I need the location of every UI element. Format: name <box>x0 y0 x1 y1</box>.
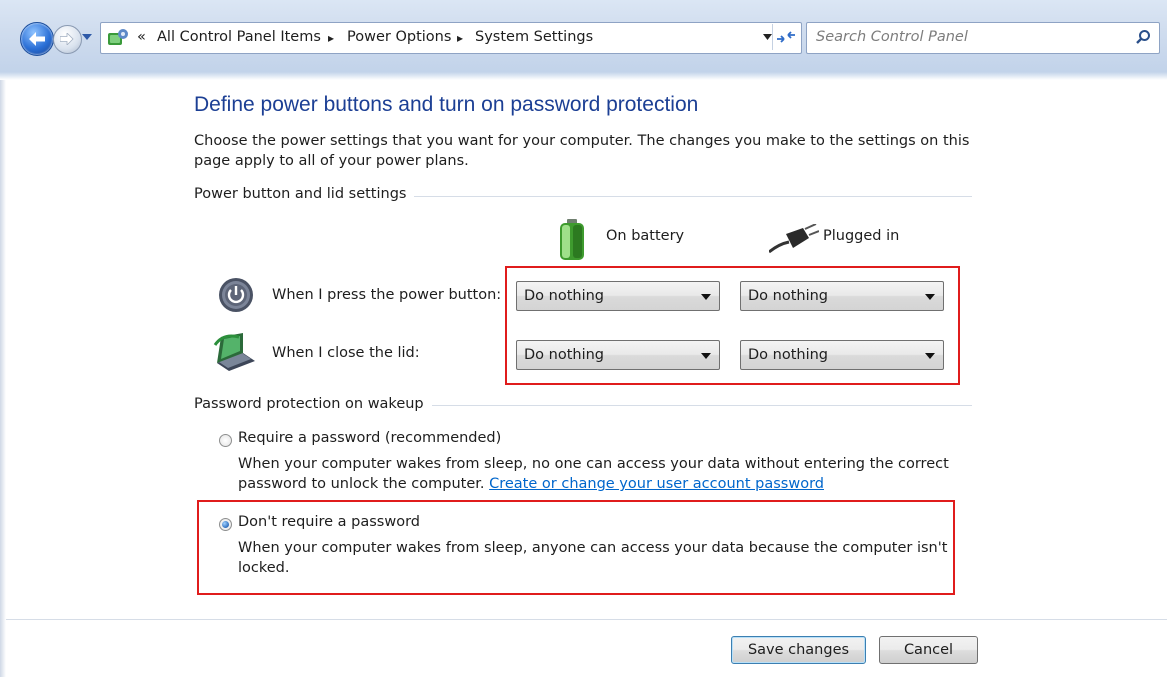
laptop-lid-icon <box>213 333 255 371</box>
back-button[interactable] <box>20 22 54 56</box>
search-placeholder: Search Control Panel <box>816 29 968 45</box>
forward-arrow-icon <box>60 33 74 45</box>
breadcrumb-power-options[interactable]: Power Options <box>347 29 451 45</box>
highlight-box-power-settings <box>505 266 960 385</box>
column-on-battery: On battery <box>606 228 685 244</box>
page-intro: Choose the power settings that you want … <box>194 133 970 169</box>
section-password-label: Password protection on wakeup <box>194 396 432 412</box>
section-power-buttons-label: Power button and lid settings <box>194 186 415 202</box>
highlight-box-no-password <box>197 500 955 595</box>
row-label-power-button: When I press the power button: <box>272 287 502 303</box>
breadcrumb-overflow[interactable]: « <box>137 29 146 45</box>
column-plugged-in: Plugged in <box>823 228 900 244</box>
recent-pages-dropdown-icon[interactable] <box>82 33 92 41</box>
back-arrow-icon <box>29 32 45 46</box>
cancel-button[interactable]: Cancel <box>879 636 978 664</box>
require-password-description: When your computer wakes from sleep, no … <box>238 454 978 494</box>
search-icon[interactable] <box>1135 29 1151 45</box>
breadcrumb-separator[interactable]: ▸ <box>457 31 463 45</box>
footer-divider <box>6 619 1167 620</box>
left-pane-edge <box>0 80 6 677</box>
forward-button[interactable] <box>53 25 82 54</box>
breadcrumb-system-settings[interactable]: System Settings <box>475 29 593 45</box>
require-password-radio[interactable] <box>219 434 232 447</box>
refresh-button[interactable] <box>772 24 799 50</box>
breadcrumb-all-control-panel-items[interactable]: All Control Panel Items <box>157 29 321 45</box>
row-label-close-lid: When I close the lid: <box>272 345 420 361</box>
address-bar[interactable]: « All Control Panel Items ▸ Power Option… <box>100 22 802 54</box>
refresh-icon <box>777 31 795 43</box>
battery-icon <box>560 219 584 260</box>
breadcrumb-separator[interactable]: ▸ <box>328 31 334 45</box>
navigation-bar: « All Control Panel Items ▸ Power Option… <box>0 0 1167 72</box>
search-box[interactable]: Search Control Panel <box>806 22 1160 54</box>
address-dropdown-icon[interactable] <box>763 34 772 40</box>
page-title: Define power buttons and turn on passwor… <box>194 93 699 116</box>
change-password-link[interactable]: Create or change your user account passw… <box>489 476 824 492</box>
power-button-icon <box>219 278 253 312</box>
navigation-bar-shadow <box>0 72 1167 80</box>
power-plug-icon <box>769 224 819 254</box>
control-panel-icon <box>108 29 128 45</box>
save-changes-button[interactable]: Save changes <box>731 636 866 664</box>
require-password-label[interactable]: Require a password (recommended) <box>238 430 501 446</box>
